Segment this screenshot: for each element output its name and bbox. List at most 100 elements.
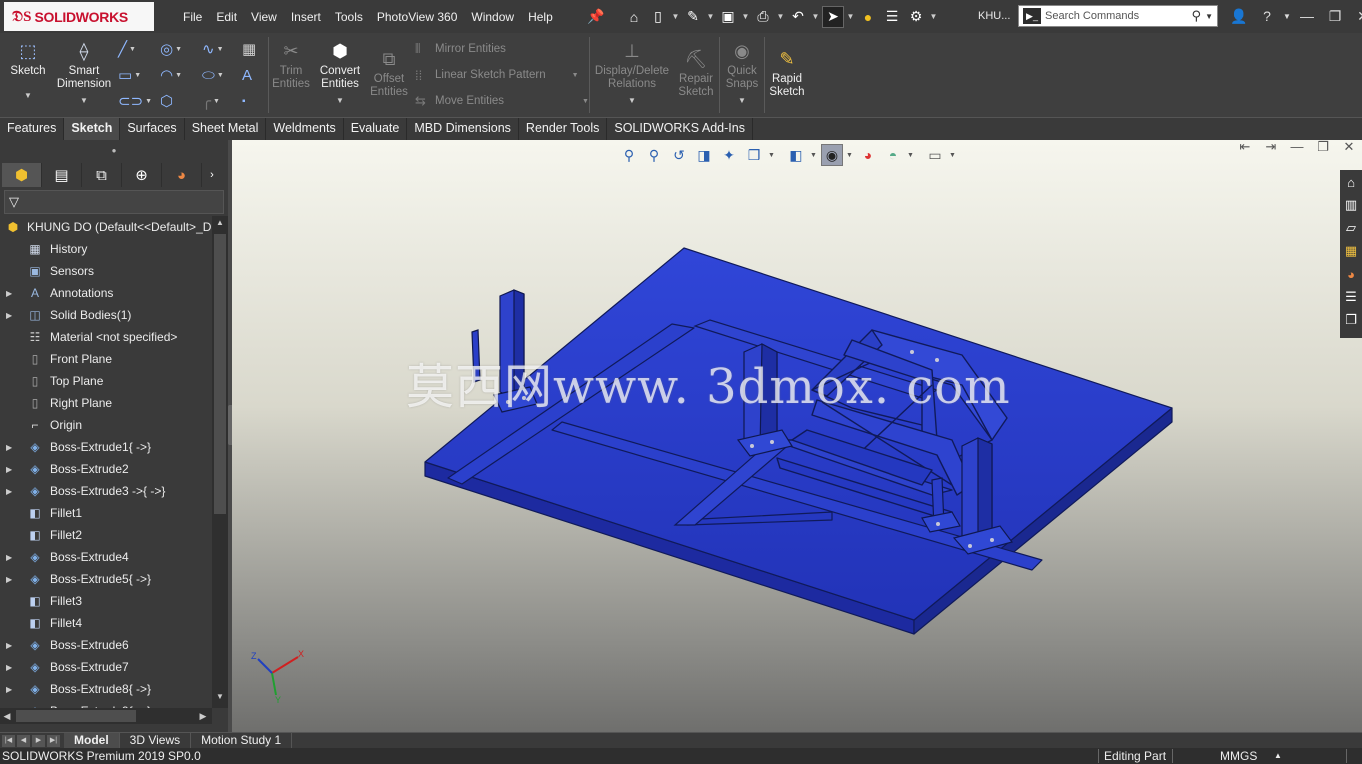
repair-sketch-button[interactable]: ⛏ Repair Sketch xyxy=(676,39,716,99)
tree-item[interactable]: ▶ ◈ Boss-Extrude5{ ->} xyxy=(0,568,212,590)
tree-item[interactable]: ▯ Right Plane xyxy=(0,392,212,414)
select-dropdown-icon[interactable]: ▼ xyxy=(846,12,855,21)
undo-dropdown-icon[interactable]: ▼ xyxy=(811,12,820,21)
scroll-down-icon[interactable]: ▼ xyxy=(214,692,226,706)
options-gear-icon[interactable]: ⚙ xyxy=(905,6,927,28)
quick-snaps-dropdown-icon[interactable]: ▼ xyxy=(722,94,762,107)
tree-item[interactable]: ▶ ◫ Solid Bodies(1) xyxy=(0,304,212,326)
menu-file[interactable]: File xyxy=(176,10,209,24)
tree-vertical-scrollbar[interactable]: ▲ ▼ xyxy=(212,216,228,708)
configuration-manager-tab-icon[interactable]: ⧉ xyxy=(82,163,122,187)
design-library-icon[interactable]: ▥ xyxy=(1341,194,1361,216)
expand-arrow-icon[interactable]: ▶ xyxy=(6,575,12,584)
tab-3d-views[interactable]: 3D Views xyxy=(120,733,192,748)
print-icon[interactable]: ⎙ xyxy=(752,6,774,28)
search-icon[interactable]: ⚲ xyxy=(1192,8,1202,24)
tree-item[interactable]: ▯ Top Plane xyxy=(0,370,212,392)
sketch-button[interactable]: ⬚ Sketch ▼ xyxy=(6,39,50,102)
select-arrow-icon[interactable]: ➤ xyxy=(822,5,844,28)
save-dropdown-icon[interactable]: ▼ xyxy=(741,12,750,21)
menu-help[interactable]: Help xyxy=(521,10,560,24)
last-tab-icon[interactable]: ▶| xyxy=(47,734,60,747)
polygon-tool-icon[interactable]: ⬡ xyxy=(160,91,192,111)
tab-model[interactable]: Model xyxy=(64,733,120,748)
tree-item[interactable]: ▶ ◈ Boss-Extrude6 xyxy=(0,634,212,656)
menu-photoview[interactable]: PhotoView 360 xyxy=(370,10,465,24)
fillet-tool-icon[interactable]: ╭ ▼ xyxy=(202,91,234,111)
undo-icon[interactable]: ↶ xyxy=(787,6,809,28)
circle-tool-icon[interactable]: ◎ ▼ xyxy=(160,39,192,59)
expand-arrow-icon[interactable]: ▶ xyxy=(6,311,12,320)
tree-item[interactable]: ☷ Material <not specified> xyxy=(0,326,212,348)
solidworks-resources-icon[interactable]: ⌂ xyxy=(1341,171,1361,193)
pin-icon[interactable]: 📌 xyxy=(585,6,607,28)
arc-tool-icon[interactable]: ◠ ▼ xyxy=(160,65,192,85)
appearances-scenes-icon[interactable]: ◕ xyxy=(1341,263,1361,285)
tab-features[interactable]: Features xyxy=(0,118,65,140)
command-search-icon[interactable]: ▶_ xyxy=(1023,8,1041,24)
tab-surfaces[interactable]: Surfaces xyxy=(120,118,185,140)
menu-window[interactable]: Window xyxy=(464,10,521,24)
slot-tool-icon[interactable]: ⊂⊃ ▼ xyxy=(118,91,152,111)
ellipse-tool-icon[interactable]: ⬭ ▼ xyxy=(202,65,234,85)
point-tool-icon[interactable]: ▪ xyxy=(242,91,274,111)
save-icon[interactable]: ▣ xyxy=(717,6,739,28)
display-delete-relations-button[interactable]: ⊥ Display/Delete Relations ▼ xyxy=(594,39,670,107)
open-icon[interactable]: ✎ xyxy=(682,6,704,28)
file-properties-icon[interactable]: ☰ xyxy=(881,6,903,28)
smart-dimension-button[interactable]: ⟠ Smart Dimension ▼ xyxy=(56,39,112,107)
tree-item[interactable]: ⌐ Origin xyxy=(0,414,212,436)
help-dropdown-icon[interactable]: ▼ xyxy=(1282,12,1292,21)
tree-horizontal-scrollbar[interactable]: ◀ ▶ xyxy=(0,708,212,724)
sketch-dropdown-icon[interactable]: ▼ xyxy=(6,89,50,102)
mirror-entities-button[interactable]: ⫴ Mirror Entities xyxy=(415,39,506,59)
prev-tab-icon[interactable]: ◀ xyxy=(17,734,30,747)
move-dropdown-icon[interactable]: ▼ xyxy=(582,98,589,105)
scroll-thumb-horizontal[interactable] xyxy=(16,710,136,722)
tree-item[interactable]: ▶ ◈ Boss-Extrude8{ ->} xyxy=(0,678,212,700)
first-tab-icon[interactable]: |◀ xyxy=(2,734,15,747)
graphics-area[interactable]: ⚲ ⚲ ↺ ◨ ✦ ❒ ▼ ◧ ▼ ◉ ▼ ◕ ◓ ▼ ▭ ▼ ⇤ ⇥ — ❐ … xyxy=(232,140,1362,732)
linear-pattern-dropdown-icon[interactable]: ▼ xyxy=(572,72,579,79)
tree-item[interactable]: ▦ History xyxy=(0,238,212,260)
minimize-icon[interactable]: — xyxy=(1294,8,1320,24)
convert-entities-button[interactable]: ⬢ Convert Entities ▼ xyxy=(316,39,364,107)
expand-arrow-icon[interactable]: ▶ xyxy=(6,465,12,474)
home-icon[interactable]: ⌂ xyxy=(623,6,645,28)
custom-properties-icon[interactable]: ☰ xyxy=(1341,286,1361,308)
menu-tools[interactable]: Tools xyxy=(328,10,370,24)
next-tab-icon[interactable]: ▶ xyxy=(32,734,45,747)
quick-snaps-button[interactable]: ◉ Quick Snaps ▼ xyxy=(722,39,762,107)
expand-arrow-icon[interactable]: ▶ xyxy=(6,663,12,672)
rebuild-traffic-light-icon[interactable]: ● xyxy=(857,6,879,28)
restore-icon[interactable]: ❐ xyxy=(1322,8,1348,25)
tab-motion-study-1[interactable]: Motion Study 1 xyxy=(191,733,293,748)
tab-sketch[interactable]: Sketch xyxy=(64,118,121,140)
scroll-up-icon[interactable]: ▲ xyxy=(214,218,226,232)
scroll-thumb[interactable] xyxy=(214,234,226,514)
new-dropdown-icon[interactable]: ▼ xyxy=(671,12,680,21)
tree-item[interactable]: ▶ ◈ Boss-Extrude1{ ->} xyxy=(0,436,212,458)
feature-manager-tab-icon[interactable]: ⬢ xyxy=(2,163,42,187)
3d-model-frame[interactable] xyxy=(232,140,1362,732)
tab-solidworks-add-ins[interactable]: SOLIDWORKS Add-Ins xyxy=(607,118,753,140)
panel-tabs-more-icon[interactable]: › xyxy=(202,163,222,187)
tab-weldments[interactable]: Weldments xyxy=(266,118,344,140)
new-document-icon[interactable]: ▯ xyxy=(647,6,669,28)
tree-root-part[interactable]: ⬢ KHUNG DO (Default<<Default>_D xyxy=(0,216,212,238)
spline-tool-icon[interactable]: ∿ ▼ xyxy=(202,39,234,59)
smart-dimension-dropdown-icon[interactable]: ▼ xyxy=(56,94,112,107)
file-explorer-icon[interactable]: ▱ xyxy=(1341,217,1361,239)
offset-entities-button[interactable]: ⧉ Offset Entities xyxy=(366,39,412,99)
tree-item[interactable]: ▶ A Annotations xyxy=(0,282,212,304)
tree-item[interactable]: ▶ ◈ Boss-Extrude2 xyxy=(0,458,212,480)
expand-arrow-icon[interactable]: ▶ xyxy=(6,487,12,496)
display-manager-tab-icon[interactable]: ◕ xyxy=(162,163,202,187)
tree-item[interactable]: ▶◈Boss-Extrude9{ ->} xyxy=(0,700,212,708)
dimxpert-manager-tab-icon[interactable]: ⊕ xyxy=(122,163,162,187)
tree-item[interactable]: ◧ Fillet1 xyxy=(0,502,212,524)
expand-arrow-icon[interactable]: ▶ xyxy=(6,443,12,452)
rectangle-tool-icon[interactable]: ▭ ▼ xyxy=(118,65,150,85)
open-dropdown-icon[interactable]: ▼ xyxy=(706,12,715,21)
tree-item[interactable]: ▯ Front Plane xyxy=(0,348,212,370)
